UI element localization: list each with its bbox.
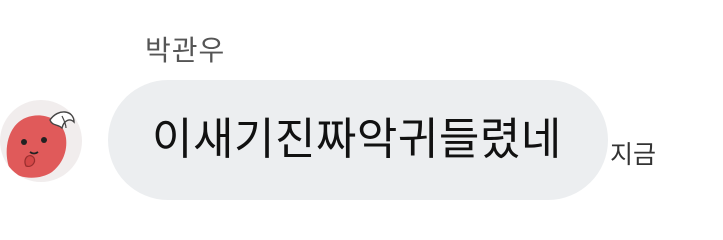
avatar[interactable]	[0, 100, 82, 182]
message-text: 이새기진짜악귀들렸네	[152, 114, 562, 165]
message-timestamp: 지금	[610, 140, 657, 169]
message-bubble[interactable]: 이새기진짜악귀들렸네	[108, 80, 608, 200]
sender-name[interactable]: 박관우	[145, 33, 225, 69]
red-blob-character-icon	[6, 111, 75, 178]
